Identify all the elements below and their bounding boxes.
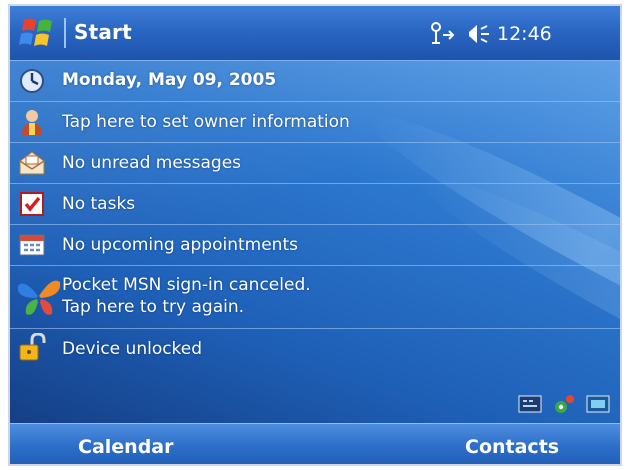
appointments-row[interactable]: No upcoming appointments	[10, 225, 620, 266]
messages-row[interactable]: No unread messages	[10, 143, 620, 184]
tasks-icon	[20, 192, 44, 216]
calendar-softkey[interactable]: Calendar	[78, 436, 173, 458]
display-icon[interactable]	[586, 393, 610, 415]
appointments-label: No upcoming appointments	[62, 235, 298, 255]
page-title[interactable]: Start	[74, 20, 132, 44]
msn-row[interactable]: Pocket MSN sign-in canceled. Tap here to…	[10, 266, 620, 329]
owner-info-label: Tap here to set owner information	[62, 112, 350, 132]
unlocked-padlock-icon	[19, 333, 46, 361]
today-date-row[interactable]: Monday, May 09, 2005	[10, 61, 620, 102]
clock-icon	[20, 69, 44, 93]
msn-status-text: Pocket MSN sign-in canceled. Tap here to…	[62, 274, 311, 318]
speaker-icon[interactable]	[463, 21, 491, 47]
device-lock-label: Device unlocked	[62, 339, 203, 359]
softkey-bar: Calendar Contacts	[10, 423, 620, 464]
owner-icon	[22, 110, 42, 135]
owner-info-row[interactable]: Tap here to set owner information	[10, 102, 620, 143]
antenna-icon[interactable]	[428, 21, 456, 47]
keyboard-icon[interactable]	[518, 393, 542, 415]
tasks-row[interactable]: No tasks	[10, 184, 620, 225]
tasks-label: No tasks	[62, 194, 136, 214]
msn-line-1: Pocket MSN sign-in canceled.	[62, 275, 311, 295]
messages-label: No unread messages	[62, 153, 242, 173]
msn-line-2: Tap here to try again.	[62, 297, 245, 317]
today-screen: Monday, May 09, 2005 Tap here to set own…	[10, 61, 620, 450]
date-label: Monday, May 09, 2005	[62, 70, 277, 90]
windows-flag-icon[interactable]	[18, 16, 58, 50]
title-separator	[64, 18, 66, 48]
msn-butterfly-icon	[17, 280, 61, 315]
envelope-icon	[19, 151, 45, 175]
clock[interactable]: 12:46	[497, 23, 552, 45]
contacts-softkey[interactable]: Contacts	[465, 436, 559, 458]
device-lock-row[interactable]: Device unlocked	[10, 329, 620, 369]
calendar-icon	[19, 234, 45, 256]
pocket-pc-screen: Start 12:46 Monday, May 09, 2005 Tap her…	[8, 4, 622, 466]
connectivity-icon[interactable]	[552, 393, 576, 415]
status-tray	[518, 393, 614, 417]
title-bar: Start 12:46	[10, 6, 620, 61]
